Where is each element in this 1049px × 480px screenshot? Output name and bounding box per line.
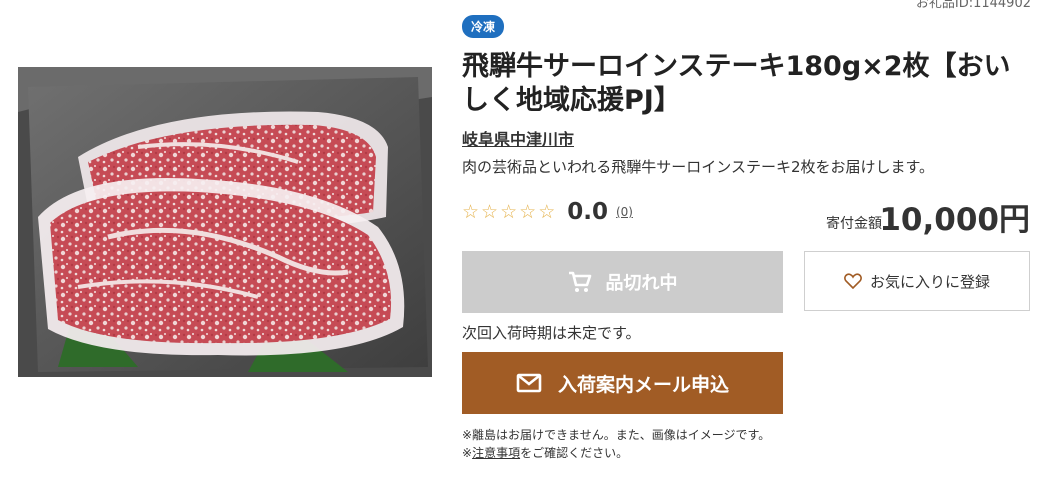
star-outline-icon: ☆ <box>481 201 499 223</box>
restock-notify-label: 入荷案内メール申込 <box>557 373 729 396</box>
review-count-link[interactable]: (0) <box>616 205 633 219</box>
mail-icon <box>516 373 542 393</box>
star-outline-icon: ☆ <box>519 201 537 223</box>
star-rating: ☆ ☆ ☆ ☆ ☆ <box>462 201 555 223</box>
product-title: 飛騨牛サーロインステーキ180g×2枚【おいしく地域応援PJ】 <box>462 51 1011 116</box>
product-image[interactable] <box>18 67 432 377</box>
heart-icon <box>844 273 862 289</box>
product-description: 肉の芸術品といわれる飛騨牛サーロインステーキ2枚をお届けします。 <box>462 158 934 176</box>
caution-suffix: をご確認ください。 <box>520 446 629 460</box>
favorite-label: お気に入りに登録 <box>869 272 990 291</box>
caution-prefix: ※ <box>462 446 473 460</box>
caution-link[interactable]: 注意事項 <box>472 446 520 460</box>
restock-notify-button[interactable]: 入荷案内メール申込 <box>462 352 783 414</box>
frozen-badge: 冷凍 <box>462 15 505 38</box>
star-outline-icon: ☆ <box>538 201 556 223</box>
price-value: 10,000円 <box>879 202 1030 238</box>
price-label: 寄付金額 <box>826 216 882 232</box>
steak-photo <box>18 67 432 377</box>
product-id: お礼品ID:1144902 <box>915 0 1031 11</box>
sold-out-button[interactable]: 品切れ中 <box>462 251 783 313</box>
sold-out-label: 品切れ中 <box>605 273 678 294</box>
add-favorite-button[interactable]: お気に入りに登録 <box>804 251 1030 311</box>
caution-note: ※注意事項をご確認ください。 <box>462 444 628 461</box>
rating: ☆ ☆ ☆ ☆ ☆ 0.0 (0) <box>462 199 633 225</box>
municipality-link[interactable]: 岐阜県中津川市 <box>462 126 574 150</box>
cart-icon <box>568 271 592 293</box>
restock-status: 次回入荷時期は未定です。 <box>462 324 641 342</box>
star-outline-icon: ☆ <box>462 201 480 223</box>
star-outline-icon: ☆ <box>500 201 518 223</box>
rating-score: 0.0 <box>567 199 608 225</box>
delivery-note: ※離島はお届けできません。また、画像はイメージです。 <box>462 428 771 442</box>
